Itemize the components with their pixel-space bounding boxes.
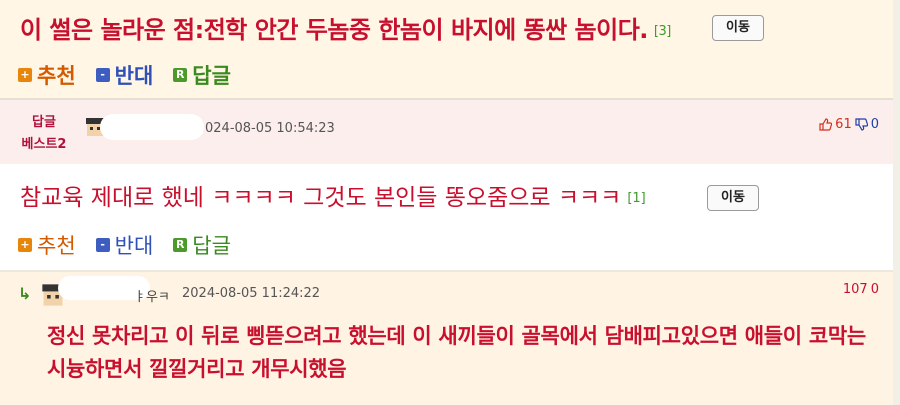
comment-date: 024-08-05 10:54:23 [205,121,335,136]
reply-icon: R [173,68,188,82]
comment-date: 2024-08-05 11:24:22 [182,286,321,301]
downvote-label: 반대 [114,64,154,88]
upvote-label: 추천 [37,234,76,258]
upvote-label: 추천 [37,64,76,88]
upvote-count: 61 [835,117,852,132]
upvote-button[interactable]: + 추천 [18,60,76,90]
minus-icon: - [95,68,110,82]
vote-counts: 107 0 [843,282,879,297]
comment-actions: + 추천 - 반대 R 답글 [18,230,231,260]
comment-text: 참교육 제대로 했네 ㅋㅋㅋㅋ 그것도 본인들 똥오줌으로 ㅋㅋㅋ [1] [20,178,646,212]
nested-comment: ↳ ㅑ우ㅋ 2024-08-05 11:24:22 107 0 정신 못차리고 … [0,272,893,405]
post-block: 이 썰은 놀라운 점:전학 안간 두놈중 한놈이 바지에 똥싼 놈이다. [3] … [0,0,893,98]
thumbs-down-icon[interactable] [855,118,868,131]
reply-icon: R [173,238,188,252]
comment-body: 참교육 제대로 했네 ㅋㅋㅋㅋ 그것도 본인들 똥오줌으로 ㅋㅋㅋ [1] 이동 … [0,164,893,270]
post-text-content: 이 썰은 놀라운 점:전학 안간 두놈중 한놈이 바지에 똥싼 놈이다. [20,16,648,44]
comment-reply-count[interactable]: [1] [627,191,645,206]
reply-label: 답글 [192,234,231,258]
plus-icon: + [18,68,32,82]
move-button[interactable]: 이동 [712,15,764,41]
badge-line-2: 베스트2 [21,137,67,152]
plus-icon: + [18,238,32,252]
downvote-button[interactable]: - 반대 [95,60,154,90]
minus-icon: - [95,238,110,252]
reply-arrow-icon: ↳ [18,284,32,303]
best-reply-badge: 답글 베스트2 [16,112,72,156]
redacted-username [100,114,204,140]
upvote-button[interactable]: + 추천 [18,230,76,260]
badge-line-1: 답글 [32,115,56,130]
comment-text: 정신 못차리고 이 뒤로 삥뜯으려고 했는데 이 새끼들이 골목에서 담배피고있… [47,324,866,381]
downvote-count: 0 [870,117,879,132]
thumbs-up-icon[interactable] [819,118,833,131]
reply-label: 답글 [192,64,231,88]
vote-counts: 61 0 [819,117,879,132]
scrollbar[interactable] [893,0,900,405]
comment-header: 답글 베스트2 024-08-05 10:54:23 61 0 [0,100,893,164]
post-actions: + 추천 - 반대 R 답글 [18,60,231,90]
downvote-button[interactable]: - 반대 [95,230,154,260]
reply-button[interactable]: R 답글 [173,60,231,90]
reply-button[interactable]: R 답글 [173,230,231,260]
post-reply-count[interactable]: [3] [654,24,671,39]
downvote-label: 반대 [114,234,154,258]
downvote-count[interactable]: 0 [871,282,879,297]
post-text: 이 썰은 놀라운 점:전학 안간 두놈중 한놈이 바지에 똥싼 놈이다. [3] [20,10,671,45]
upvote-count[interactable]: 107 [843,282,868,297]
username-fragment: ㅑ우ㅋ [134,290,170,305]
move-button[interactable]: 이동 [707,185,759,211]
comment-text-content: 참교육 제대로 했네 ㅋㅋㅋㅋ 그것도 본인들 똥오줌으로 ㅋㅋㅋ [20,185,622,211]
